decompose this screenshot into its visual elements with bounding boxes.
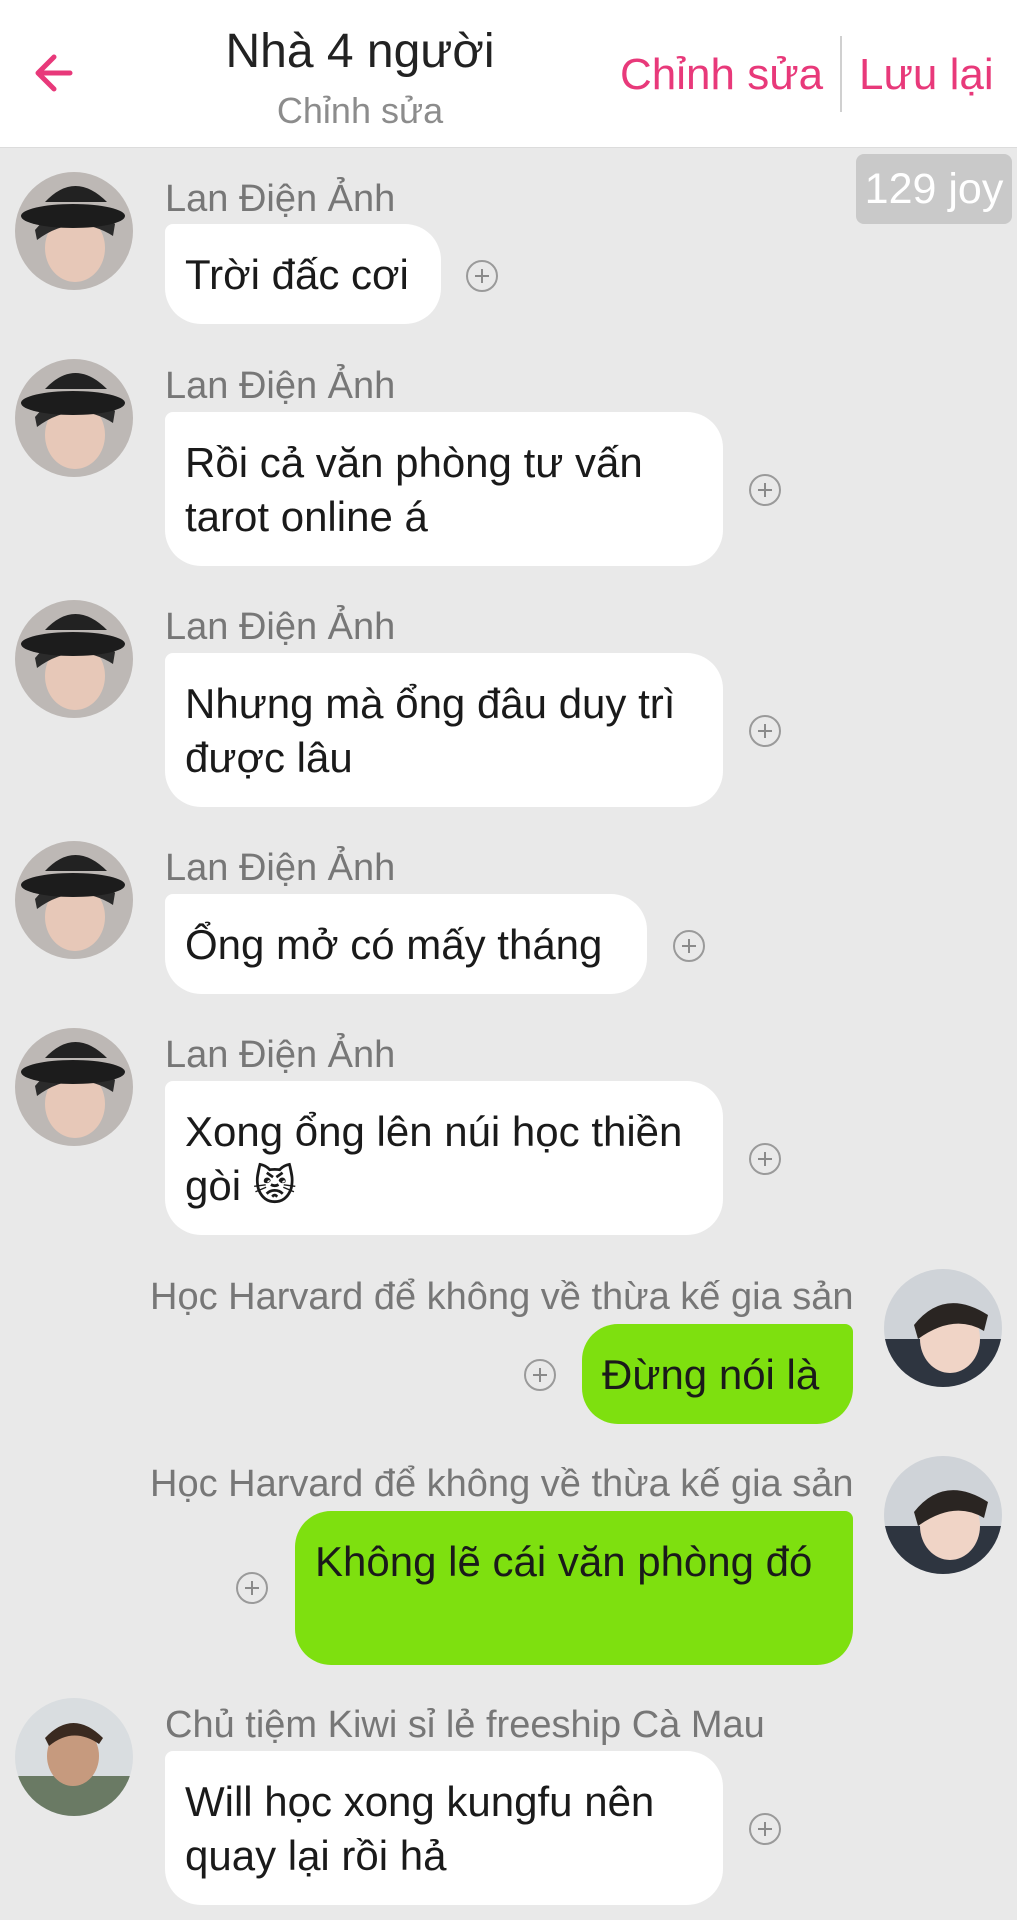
sender-name: Chủ tiệm Kiwi sỉ lẻ freeship Cà Mau (165, 1704, 765, 1746)
avatar[interactable] (15, 600, 133, 718)
add-reaction-icon[interactable] (749, 1143, 781, 1175)
add-reaction-icon[interactable] (236, 1572, 268, 1604)
message-bubble[interactable]: Ổng mở có mấy tháng (165, 894, 647, 994)
chat-header: Nhà 4 người Chỉnh sửa Chỉnh sửa Lưu lại (0, 0, 1017, 148)
message-bubble[interactable]: Đừng nói là (582, 1324, 853, 1424)
edit-button[interactable]: Chỉnh sửa (620, 50, 823, 100)
message-bubble[interactable]: Will học xong kungfu nên quay lại rồi hả (165, 1751, 723, 1905)
joy-badge: 129 joy (856, 154, 1012, 224)
message-bubble[interactable]: Nhưng mà ổng đâu duy trì được lâu (165, 653, 723, 807)
sender-name: Học Harvard để không về thừa kế gia sản (150, 1276, 854, 1318)
sender-name: Lan Điện Ảnh (165, 606, 396, 648)
add-reaction-icon[interactable] (466, 260, 498, 292)
avatar[interactable] (15, 172, 133, 290)
message-list[interactable]: 129 joy Lan Điện Ảnh Trời đấc cơi Lan Đi… (0, 148, 1017, 1920)
save-button[interactable]: Lưu lại (859, 50, 994, 100)
add-reaction-icon[interactable] (524, 1359, 556, 1391)
add-reaction-icon[interactable] (749, 1813, 781, 1845)
page-subtitle: Chỉnh sửa (276, 90, 444, 131)
avatar[interactable] (15, 1698, 133, 1816)
sender-name: Lan Điện Ảnh (165, 178, 396, 220)
message-bubble[interactable]: Trời đấc cơi (165, 224, 441, 324)
message-bubble[interactable]: Rồi cả văn phòng tư vấn tarot online á (165, 412, 723, 566)
message-bubble[interactable]: Không lẽ cái văn phòng đó (295, 1511, 853, 1665)
avatar[interactable] (884, 1269, 1002, 1387)
add-reaction-icon[interactable] (673, 930, 705, 962)
message-bubble[interactable]: Xong ổng lên núi học thiền gòi 😾 (165, 1081, 723, 1235)
back-arrow-icon[interactable] (30, 48, 86, 98)
avatar[interactable] (884, 1456, 1002, 1574)
sender-name: Lan Điện Ảnh (165, 847, 396, 889)
sender-name: Học Harvard để không về thừa kế gia sản (150, 1463, 854, 1505)
avatar[interactable] (15, 841, 133, 959)
add-reaction-icon[interactable] (749, 474, 781, 506)
sender-name: Lan Điện Ảnh (165, 365, 396, 407)
avatar[interactable] (15, 1028, 133, 1146)
avatar[interactable] (15, 359, 133, 477)
header-divider (840, 36, 842, 112)
sender-name: Lan Điện Ảnh (165, 1034, 396, 1076)
add-reaction-icon[interactable] (749, 715, 781, 747)
page-title: Nhà 4 người (225, 25, 495, 78)
